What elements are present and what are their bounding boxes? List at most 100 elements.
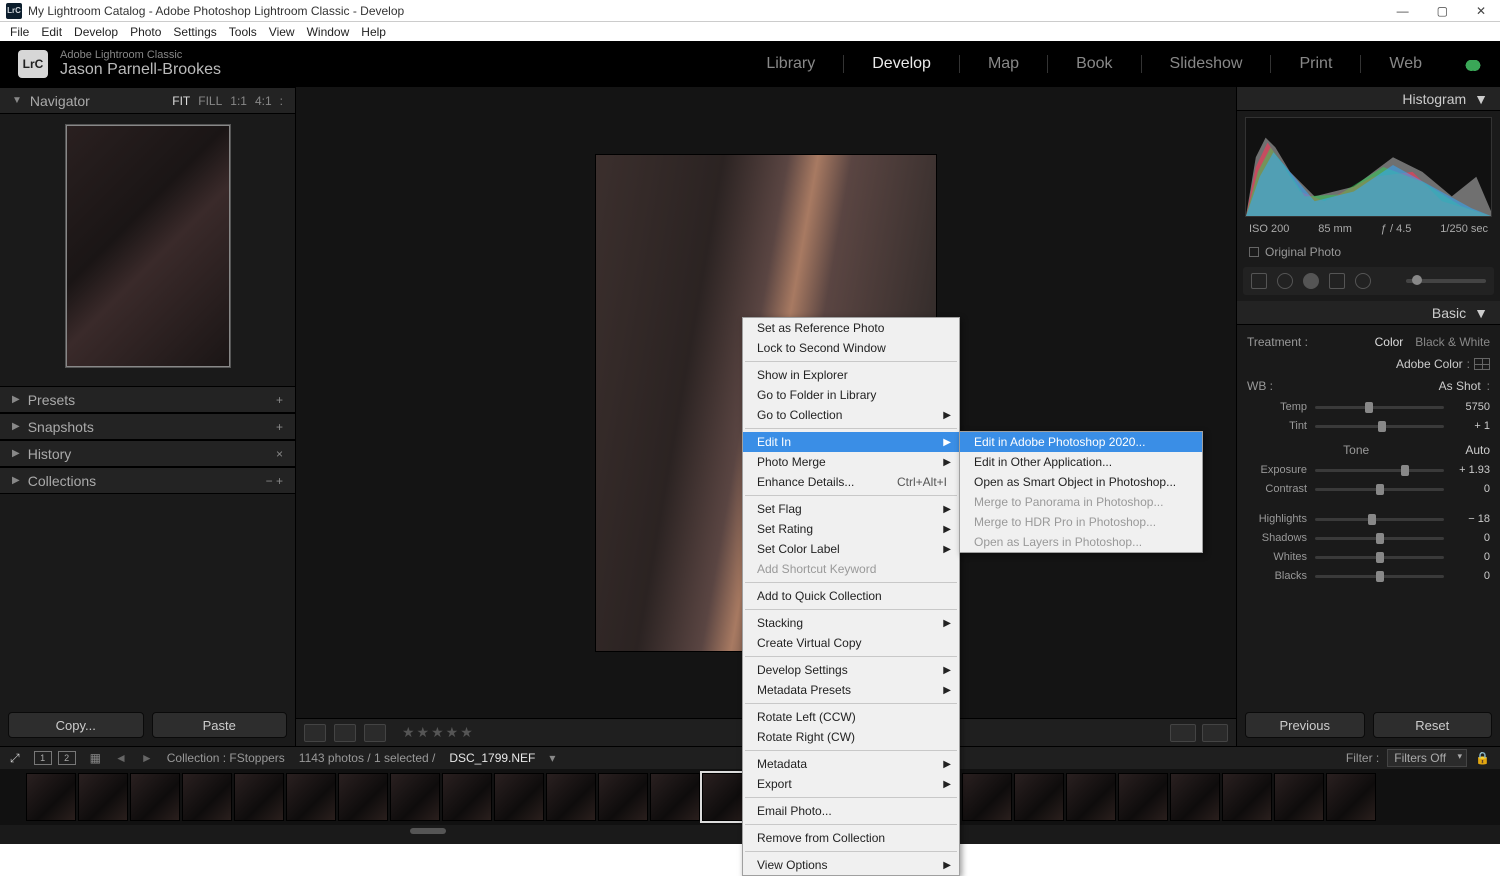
filmstrip-thumb[interactable] <box>1066 773 1116 821</box>
nav-mode-41[interactable]: 4:1 <box>255 94 272 108</box>
ctx-item[interactable]: View Options▶ <box>743 855 959 875</box>
panel-snapshots[interactable]: ▶ Snapshots + <box>0 413 295 440</box>
panel-buttons[interactable]: + <box>276 420 283 434</box>
monitor-1-button[interactable] <box>34 751 52 765</box>
module-map[interactable]: Map <box>982 55 1025 73</box>
ctx-item[interactable]: Set Color Label▶ <box>743 539 959 559</box>
filmstrip-thumb[interactable] <box>962 773 1012 821</box>
filmstrip-thumb[interactable] <box>26 773 76 821</box>
histogram-header[interactable]: Histogram ▼ <box>1237 87 1500 111</box>
minimize-button[interactable]: — <box>1397 4 1409 18</box>
toolbar-menu-button[interactable] <box>1202 724 1228 742</box>
context-submenu-edit-in[interactable]: Edit in Adobe Photoshop 2020...Edit in O… <box>959 431 1203 553</box>
nav-mode-fit[interactable]: FIT <box>172 94 190 108</box>
ctx-item[interactable]: Show in Explorer <box>743 365 959 385</box>
filter-dropdown[interactable]: Filters Off <box>1387 749 1467 767</box>
filmstrip-thumb[interactable] <box>182 773 232 821</box>
radial-filter-tool[interactable] <box>1355 273 1371 289</box>
filmstrip-thumb[interactable] <box>546 773 596 821</box>
ctx-item[interactable]: Develop Settings▶ <box>743 660 959 680</box>
nav-mode-fill[interactable]: FILL <box>198 94 222 108</box>
spot-tool[interactable] <box>1277 273 1293 289</box>
panel-buttons[interactable]: + <box>276 393 283 407</box>
panel-history[interactable]: ▶ History × <box>0 440 295 467</box>
ctx-item[interactable]: Metadata▶ <box>743 754 959 774</box>
ctx-item[interactable]: Lock to Second Window <box>743 338 959 358</box>
reset-button[interactable]: Reset <box>1373 712 1493 738</box>
filmstrip-thumb[interactable] <box>338 773 388 821</box>
monitor-2-button[interactable] <box>58 751 76 765</box>
filmstrip-thumb[interactable] <box>1222 773 1272 821</box>
contrast-slider[interactable]: Contrast 0 <box>1247 480 1490 498</box>
ctx-item[interactable]: Set Rating▶ <box>743 519 959 539</box>
tint-slider[interactable]: Tint + 1 <box>1247 417 1490 435</box>
filmstrip-thumb[interactable] <box>650 773 700 821</box>
context-menu[interactable]: Set as Reference PhotoLock to Second Win… <box>742 317 960 876</box>
temp-slider[interactable]: Temp 5750 <box>1247 398 1490 416</box>
original-photo-row[interactable]: Original Photo <box>1237 241 1500 267</box>
grid-overlay-button[interactable] <box>364 724 386 742</box>
menu-file[interactable]: File <box>4 23 35 41</box>
filmstrip-thumb[interactable] <box>598 773 648 821</box>
histogram[interactable] <box>1245 117 1492 217</box>
navigator-thumbnail[interactable] <box>65 124 231 368</box>
ctx-item[interactable]: Edit In▶ <box>743 432 959 452</box>
menu-help[interactable]: Help <box>355 23 392 41</box>
exposure-slider[interactable]: Exposure + 1.93 <box>1247 461 1490 479</box>
ctx-item[interactable]: Rotate Left (CCW) <box>743 707 959 727</box>
filmstrip-thumb[interactable] <box>1274 773 1324 821</box>
ctx-item[interactable]: Metadata Presets▶ <box>743 680 959 700</box>
module-develop[interactable]: Develop <box>866 55 937 73</box>
module-library[interactable]: Library <box>760 55 821 73</box>
sync-status-icon[interactable] <box>1464 57 1482 71</box>
filmstrip-thumb[interactable] <box>234 773 284 821</box>
profile-row[interactable]: Adobe Color : <box>1247 353 1490 375</box>
ctx-item[interactable]: Stacking▶ <box>743 613 959 633</box>
filmstrip-thumb[interactable] <box>1170 773 1220 821</box>
menu-view[interactable]: View <box>263 23 301 41</box>
auto-tone-button[interactable]: Auto <box>1465 443 1490 457</box>
filmstrip-thumb[interactable] <box>442 773 492 821</box>
filmstrip-thumb[interactable] <box>1118 773 1168 821</box>
crop-tool[interactable] <box>1251 273 1267 289</box>
panel-buttons[interactable]: × <box>276 447 283 461</box>
profile-browser-icon[interactable] <box>1474 358 1490 370</box>
module-slideshow[interactable]: Slideshow <box>1164 55 1249 73</box>
blacks-slider[interactable]: Blacks 0 <box>1247 567 1490 585</box>
filmstrip-thumb[interactable] <box>390 773 440 821</box>
soft-proof-button[interactable] <box>1170 724 1196 742</box>
ctx-item[interactable]: Export▶ <box>743 774 959 794</box>
ctx-item[interactable]: Go to Folder in Library <box>743 385 959 405</box>
ctx-item[interactable]: Photo Merge▶ <box>743 452 959 472</box>
ctx-item[interactable]: Add to Quick Collection <box>743 586 959 606</box>
panel-collections[interactable]: ▶ Collections − + <box>0 467 295 494</box>
checkbox-icon[interactable] <box>1249 247 1259 257</box>
ctx-item[interactable]: Remove from Collection <box>743 828 959 848</box>
grid-icon[interactable]: ▦ <box>90 751 101 765</box>
filmstrip-thumb[interactable] <box>494 773 544 821</box>
loupe-view-button[interactable] <box>304 724 326 742</box>
panel-presets[interactable]: ▶ Presets + <box>0 386 295 413</box>
before-after-button[interactable] <box>334 724 356 742</box>
prev-photo-button[interactable]: ◄ <box>115 751 127 765</box>
close-button[interactable]: ✕ <box>1476 4 1486 18</box>
ctx-item[interactable]: Rotate Right (CW) <box>743 727 959 747</box>
basic-header[interactable]: Basic ▼ <box>1237 301 1500 325</box>
shadows-slider[interactable]: Shadows 0 <box>1247 529 1490 547</box>
menu-window[interactable]: Window <box>301 23 356 41</box>
ctx-sub-item[interactable]: Open as Smart Object in Photoshop... <box>960 472 1202 492</box>
paste-button[interactable]: Paste <box>152 712 288 738</box>
redeye-tool[interactable] <box>1303 273 1319 289</box>
ctx-item[interactable]: Set Flag▶ <box>743 499 959 519</box>
previous-button[interactable]: Previous <box>1245 712 1365 738</box>
ctx-item[interactable]: Email Photo... <box>743 801 959 821</box>
copy-button[interactable]: Copy... <box>8 712 144 738</box>
filmstrip-thumb[interactable] <box>1014 773 1064 821</box>
panel-buttons[interactable]: − + <box>266 474 283 488</box>
module-book[interactable]: Book <box>1070 55 1118 73</box>
menu-tools[interactable]: Tools <box>223 23 263 41</box>
treatment-color[interactable]: Color <box>1375 335 1404 349</box>
filmstrip-thumb[interactable] <box>1326 773 1376 821</box>
filmstrip-thumb[interactable] <box>286 773 336 821</box>
ctx-item[interactable]: Go to Collection▶ <box>743 405 959 425</box>
